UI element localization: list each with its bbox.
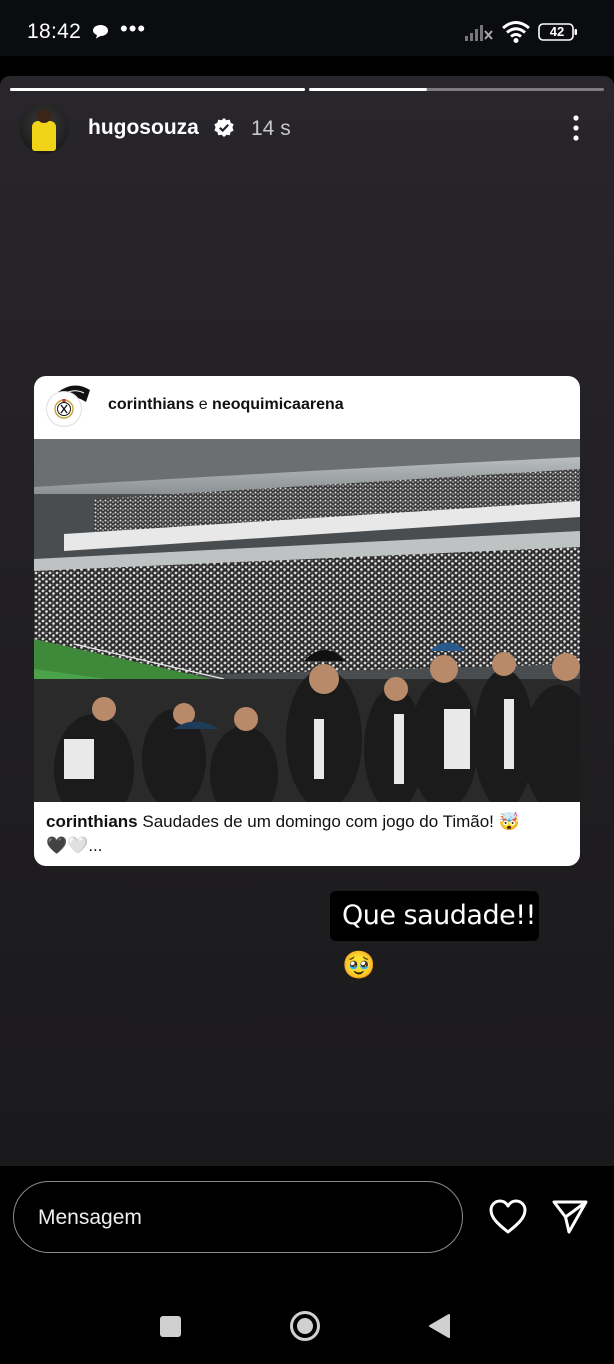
verified-badge-icon bbox=[214, 118, 234, 137]
home-button[interactable] bbox=[289, 1310, 321, 1342]
message-input-placeholder: Mensagem bbox=[38, 1206, 142, 1229]
story-username[interactable]: hugosouza bbox=[88, 116, 199, 140]
shared-post-caption: corinthians Saudades de um domingo com j… bbox=[46, 812, 520, 855]
shared-post-card[interactable]: corinthians e neoquimicaarena corinthian… bbox=[34, 376, 580, 866]
shared-post-header: corinthians e neoquimicaarena bbox=[34, 376, 580, 439]
back-button[interactable] bbox=[427, 1312, 451, 1340]
story-view[interactable]: hugosouza 14 s corinthians e neoquimicaa… bbox=[0, 76, 614, 1166]
story-progress-2 bbox=[309, 88, 604, 91]
clock: 18:42 bbox=[27, 20, 82, 43]
signal-off-icon bbox=[465, 25, 493, 41]
text-sticker: Que saudade!!🥹 bbox=[330, 891, 539, 981]
chat-bubble-icon bbox=[93, 25, 108, 39]
story-progress-1 bbox=[10, 88, 305, 91]
heart-icon[interactable] bbox=[488, 1198, 528, 1236]
wifi-icon bbox=[502, 21, 530, 43]
more-notifications-icon: ••• bbox=[120, 16, 147, 41]
avatar[interactable] bbox=[19, 104, 69, 154]
shared-post-authors[interactable]: corinthians e neoquimicaarena bbox=[108, 396, 344, 414]
corinthians-logo-icon bbox=[46, 391, 82, 427]
message-input[interactable]: Mensagem bbox=[13, 1181, 463, 1253]
more-options-icon[interactable] bbox=[566, 114, 586, 142]
send-icon[interactable] bbox=[551, 1199, 589, 1235]
story-timestamp: 14 s bbox=[251, 117, 291, 140]
recent-apps-button[interactable] bbox=[160, 1316, 181, 1337]
status-bar: 18:42 ••• 42 bbox=[0, 0, 614, 56]
battery-level: 42 bbox=[549, 24, 565, 39]
stadium-photo bbox=[34, 439, 580, 802]
